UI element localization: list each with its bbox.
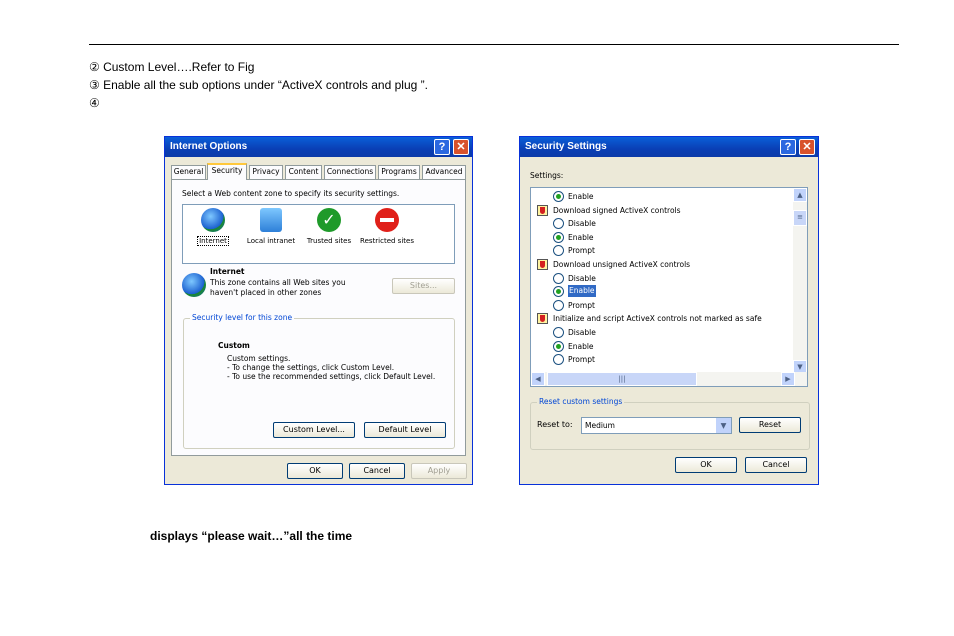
reset-button[interactable]: Reset	[739, 417, 801, 433]
step-3-text: ③ Enable all the sub options under “Acti…	[89, 78, 428, 92]
sites-button[interactable]: Sites...	[392, 278, 455, 294]
reset-group: Reset custom settings Reset to: Medium ▼…	[530, 397, 810, 450]
radio-button[interactable]	[553, 299, 564, 311]
close-button[interactable]: ✕	[453, 139, 469, 155]
radio-button[interactable]	[553, 327, 564, 338]
setting-option-label: Enable	[568, 232, 594, 242]
horizontal-scrollbar[interactable]: ◀ ||| ▶	[531, 372, 807, 386]
checkmark-icon: ✓	[317, 208, 341, 232]
internet-options-titlebar: Internet Options ? ✕	[165, 137, 472, 157]
internet-options-title: Internet Options	[170, 141, 248, 152]
tab-general[interactable]: General	[171, 165, 206, 179]
tab-connections[interactable]: Connections	[324, 165, 376, 179]
zone-internet-label: Internet	[197, 236, 229, 246]
setting-option-label: Disable	[568, 273, 596, 283]
tab-advanced[interactable]: Advanced	[422, 165, 466, 179]
scroll-thumb[interactable]: ≡	[793, 210, 807, 226]
setting-group-label: Initialize and script ActiveX controls n…	[553, 314, 762, 324]
shield-icon	[537, 259, 548, 270]
ok-button[interactable]: OK	[287, 463, 343, 479]
cancel-button[interactable]: Cancel	[349, 463, 405, 479]
security-tab-panel: Select a Web content zone to specify its…	[171, 179, 466, 456]
shield-icon	[537, 204, 548, 216]
globe-icon	[201, 208, 225, 232]
zone-internet[interactable]: Internet	[183, 208, 243, 246]
step-4-text: ④	[89, 96, 100, 110]
zone-local-intranet[interactable]: Local intranet	[241, 208, 301, 245]
apply-button[interactable]: Apply	[411, 463, 467, 479]
radio-button[interactable]	[553, 340, 564, 352]
custom-level-button[interactable]: Custom Level...	[273, 422, 355, 438]
zone-restricted-sites-label: Restricted sites	[360, 237, 414, 245]
reset-level-select[interactable]: Medium ▼	[581, 417, 732, 434]
chevron-down-icon[interactable]: ▼	[716, 418, 731, 433]
zone-description-2: haven't placed in other zones	[210, 288, 322, 297]
setting-group-label: Download unsigned ActiveX controls	[553, 260, 691, 269]
radio-button[interactable]	[553, 272, 564, 284]
reset-legend: Reset custom settings	[537, 397, 625, 406]
scroll-right-icon[interactable]: ▶	[781, 372, 795, 386]
reset-to-label: Reset to:	[537, 420, 573, 429]
settings-label: Settings:	[530, 171, 564, 180]
help-button[interactable]: ?	[780, 139, 796, 155]
step-2-text: ② Custom Level….Refer to Fig	[89, 60, 255, 74]
zone-description-1: This zone contains all Web sites you	[210, 278, 346, 287]
security-settings-title: Security Settings	[525, 141, 607, 152]
settings-list[interactable]: Enable Download signed ActiveX controls Di…	[530, 187, 808, 387]
setting-option-label: Disable	[568, 219, 596, 229]
setting-option-label: Disable	[568, 328, 596, 337]
ok-button[interactable]: OK	[675, 457, 737, 473]
setting-group-label: Download signed ActiveX controls	[553, 205, 681, 215]
globe-icon	[182, 273, 206, 297]
close-button[interactable]: ✕	[799, 139, 815, 155]
scroll-left-icon[interactable]: ◀	[531, 372, 545, 386]
help-button[interactable]: ?	[434, 139, 450, 155]
radio-button[interactable]	[553, 218, 564, 230]
security-settings-titlebar: Security Settings ? ✕	[520, 137, 818, 157]
radio-button[interactable]	[553, 245, 564, 257]
shield-icon	[537, 313, 548, 325]
custom-line-3: - To use the recommended settings, click…	[227, 372, 436, 381]
no-entry-icon	[375, 208, 399, 232]
zone-trusted-sites[interactable]: ✓ Trusted sites	[299, 208, 359, 245]
vertical-scrollbar[interactable]: ▲ ≡ ▼	[793, 188, 807, 374]
radio-button[interactable]	[553, 231, 564, 243]
setting-option-label: Enable	[568, 192, 594, 201]
tab-programs[interactable]: Programs	[378, 165, 420, 179]
default-level-button[interactable]: Default Level	[364, 422, 446, 438]
setting-option-label: Enable	[568, 285, 596, 298]
custom-line-1: Custom settings.	[227, 354, 291, 363]
header-rule	[89, 44, 899, 45]
selected-zone-title: Internet	[210, 267, 245, 276]
tab-privacy[interactable]: Privacy	[249, 165, 283, 179]
horizontal-scroll-thumb[interactable]: |||	[547, 372, 697, 386]
zone-trusted-sites-label: Trusted sites	[306, 237, 352, 245]
radio-button[interactable]	[553, 286, 564, 298]
security-level-legend: Security level for this zone	[190, 313, 295, 322]
cancel-button[interactable]: Cancel	[745, 457, 807, 473]
tab-security[interactable]: Security	[207, 163, 247, 180]
custom-title: Custom	[218, 341, 250, 350]
setting-option-label: Enable	[568, 341, 594, 351]
tab-content[interactable]: Content	[285, 165, 322, 179]
zone-local-intranet-label: Local intranet	[246, 237, 296, 245]
setting-option-label: Prompt	[568, 355, 595, 365]
setting-option-label: Prompt	[568, 246, 595, 256]
security-level-group: Security level for this zone Custom Cust…	[183, 313, 455, 449]
radio-button[interactable]	[553, 354, 564, 366]
custom-line-2: - To change the settings, click Custom L…	[227, 363, 395, 372]
reset-level-value: Medium	[585, 421, 615, 430]
setting-option-label: Prompt	[568, 300, 595, 310]
zone-list: Internet Local intranet ✓ Trusted sites …	[182, 204, 455, 264]
radio-button[interactable]	[553, 191, 564, 202]
zone-restricted-sites[interactable]: Restricted sites	[357, 208, 417, 245]
internet-options-dialog: Internet Options ? ✕ General Security Pr…	[164, 136, 473, 485]
zone-instruction: Select a Web content zone to specify its…	[182, 189, 400, 198]
security-settings-dialog: Security Settings ? ✕ Settings: Enable Do…	[519, 136, 819, 485]
note-text: displays “please wait…”all the time	[150, 529, 353, 543]
scroll-up-icon[interactable]: ▲	[793, 188, 807, 202]
intranet-icon	[260, 208, 282, 232]
